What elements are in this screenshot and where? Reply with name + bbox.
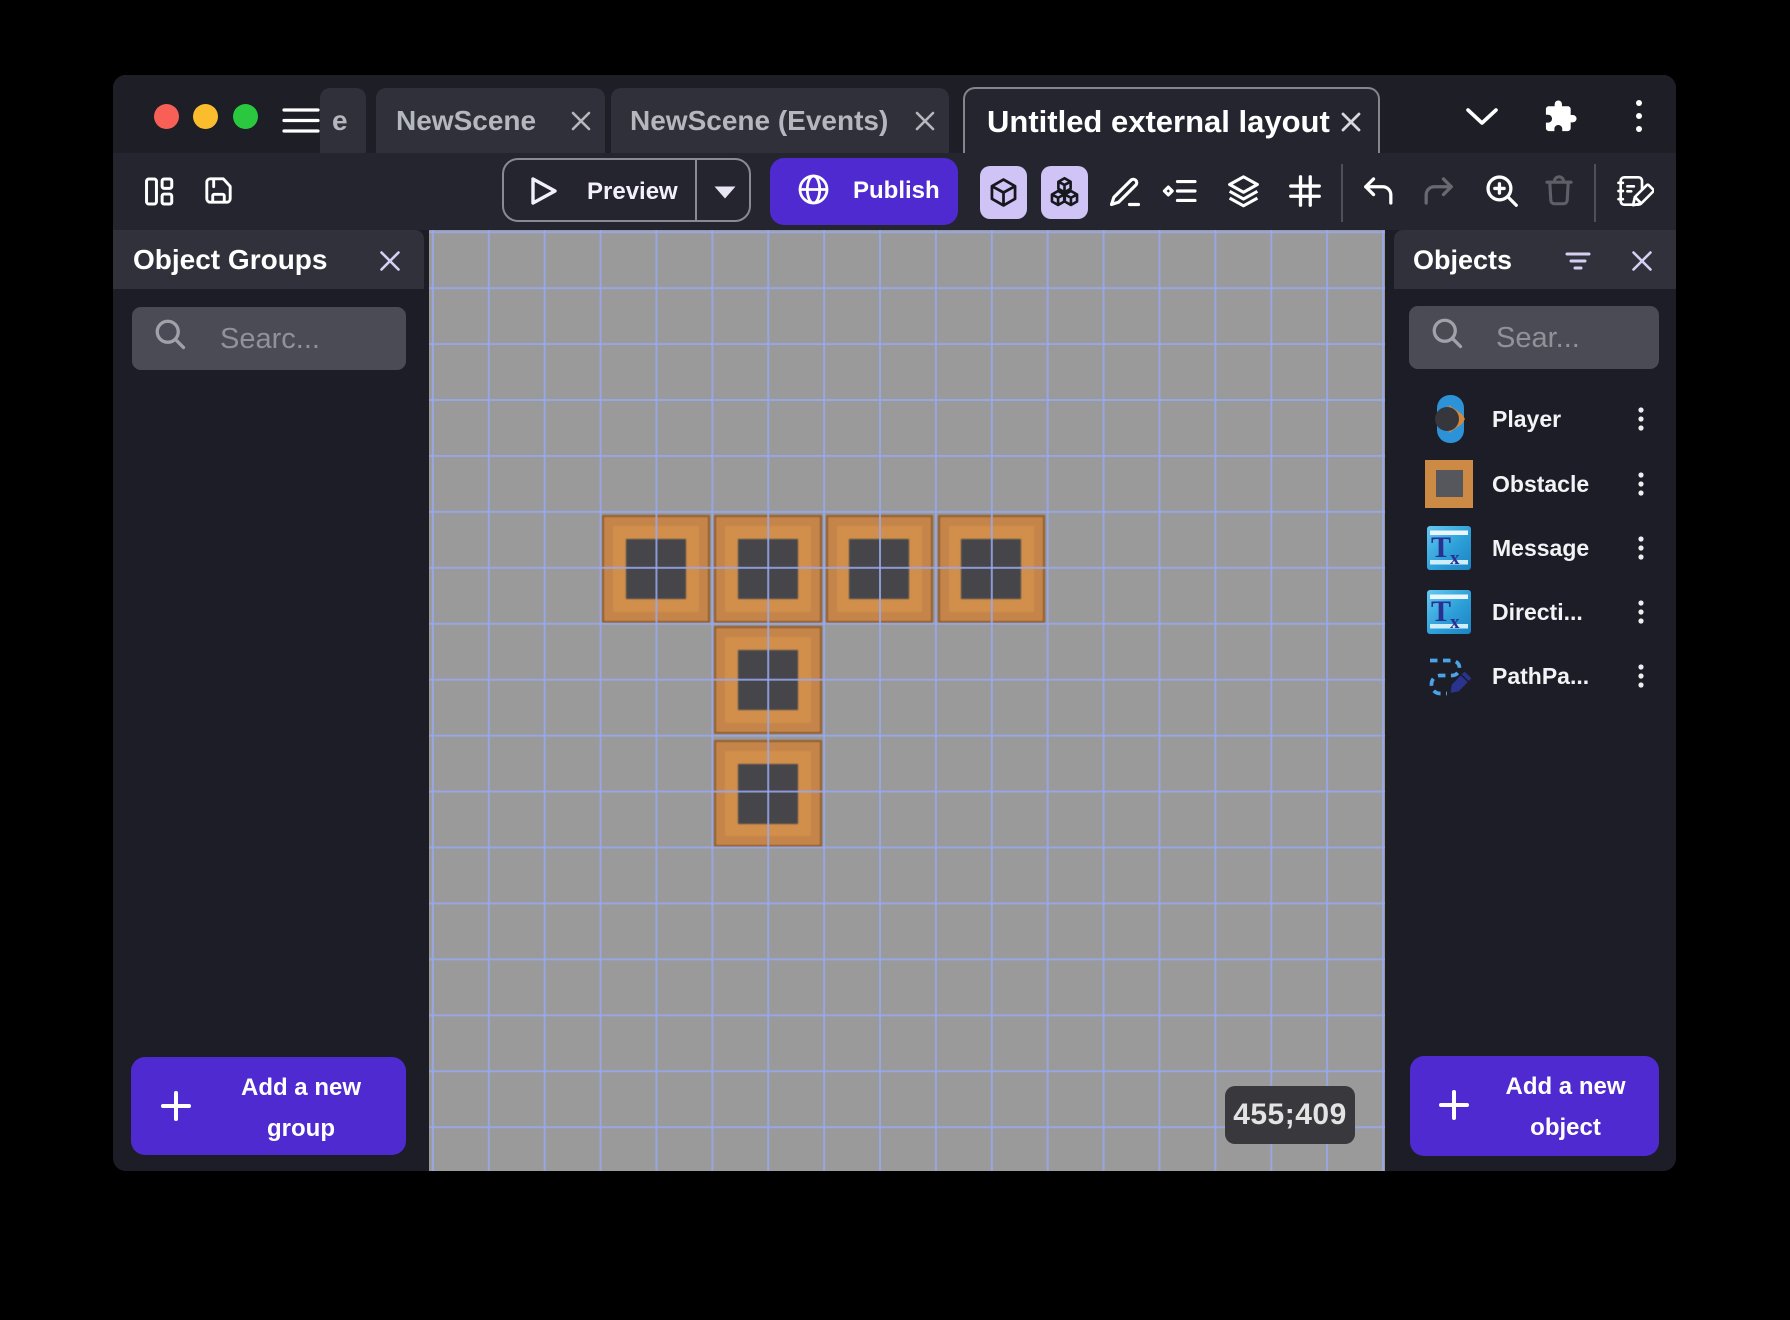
svg-text:x: x [1450,548,1460,569]
svg-text:x: x [1450,612,1460,633]
svg-text:T: T [1431,531,1451,564]
svg-text:T: T [1431,595,1451,628]
